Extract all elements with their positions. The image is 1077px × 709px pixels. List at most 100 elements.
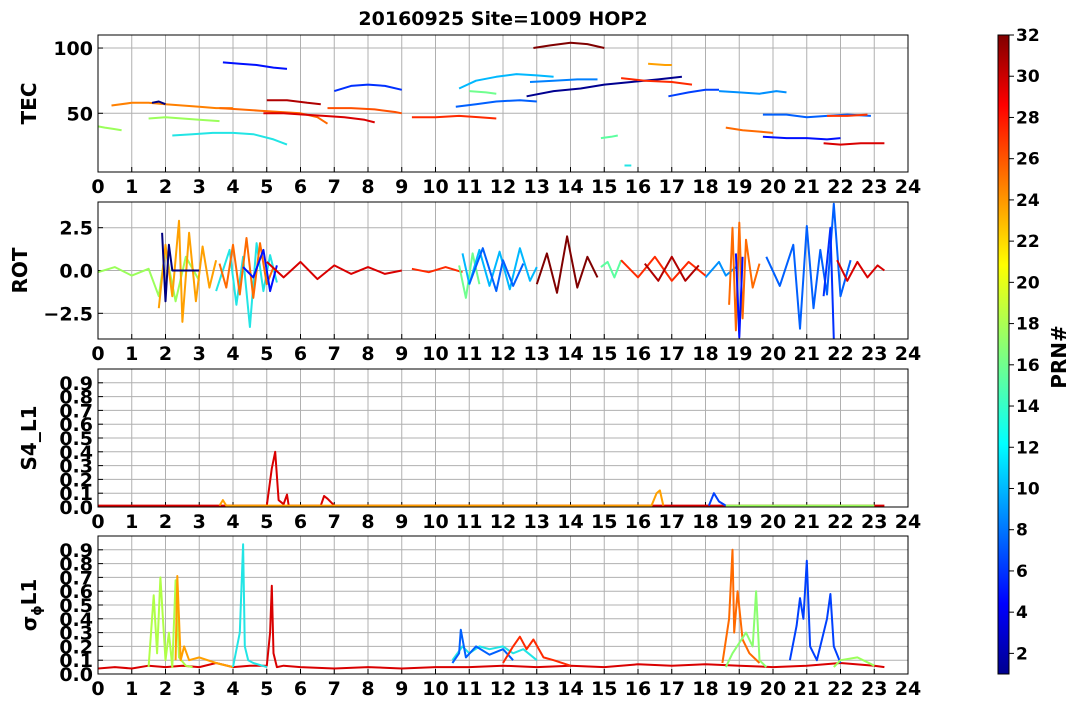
x-tick-label: 7	[328, 678, 341, 700]
x-tick-label: 4	[226, 511, 239, 533]
x-tick-label: 13	[524, 176, 550, 198]
colorbar-tick-label: 22	[1016, 232, 1040, 252]
colorbar-tick-label: 24	[1016, 191, 1040, 211]
series-group	[98, 543, 885, 670]
colorbar-tick-label: 12	[1016, 438, 1040, 458]
x-tick-label: 24	[895, 511, 921, 533]
x-tick-label: 2	[159, 511, 172, 533]
x-tick-label: 8	[361, 176, 374, 198]
x-tick-label: 15	[591, 511, 617, 533]
figure: 20160925 Site=1009 HOP2 0 1 2 3 4 5 6 7 8 9 10 11 12…	[8, 8, 1071, 700]
x-tick-label: 16	[625, 343, 651, 365]
x-tick-label: 6	[294, 343, 307, 365]
series-prn-17	[148, 116, 220, 123]
x-tick-label: 12	[490, 511, 516, 533]
panels: 0 1 2 3 4 5 6 7 8 9 10 11 12 13 14 15 16 17 18 19 20 21 22 23 24…	[8, 34, 921, 700]
x-tick-label: 17	[659, 343, 685, 365]
x-tick-label: 0	[91, 176, 104, 198]
colorbar-tick-label: 26	[1016, 150, 1040, 170]
series-prn-29	[620, 255, 707, 282]
x-tick-label: 3	[193, 511, 206, 533]
colorbar-tick-label: 18	[1016, 315, 1040, 335]
x-tick-label: 4	[226, 343, 239, 365]
x-tick-label: 19	[726, 511, 752, 533]
x-tick-label: 16	[625, 176, 651, 198]
y-tick-label: 0.0	[59, 261, 93, 283]
x-tick-label: 21	[794, 176, 820, 198]
x-tick-label: 3	[193, 678, 206, 700]
x-tick-label: 7	[328, 511, 341, 533]
x-tick-label: 4	[226, 176, 239, 198]
colorbar-gradient	[997, 34, 1010, 675]
x-tick-label: 6	[294, 176, 307, 198]
x-tick-label: 11	[456, 678, 482, 700]
x-tick-label: 24	[895, 176, 921, 198]
x-tick-label: 0	[91, 678, 104, 700]
x-tick-label: 14	[557, 343, 583, 365]
series-prn-30	[98, 584, 885, 670]
y-axis-label: σϕL1	[17, 579, 45, 632]
x-tick-label: 12	[490, 343, 516, 365]
x-tick-label: 5	[260, 176, 273, 198]
x-tick-label: 12	[490, 678, 516, 700]
x-tick-label: 20	[760, 678, 786, 700]
series-group	[98, 202, 886, 339]
x-tick-label: 19	[726, 678, 752, 700]
x-tick-label: 7	[328, 343, 341, 365]
x-tick-label: 23	[861, 678, 887, 700]
colorbar-tick-label: 6	[1016, 562, 1028, 582]
panel-0: 0 1 2 3 4 5 6 7 8 9 10 11 12 13 14 15 16 17 18 19 20 21 22 23 24…	[17, 34, 921, 198]
x-tick-label: 22	[827, 678, 853, 700]
x-tick-label: 22	[827, 176, 853, 198]
colorbar-label: PRN#	[1047, 325, 1071, 389]
x-tick-label: 0	[91, 343, 104, 365]
x-tick-label: 21	[794, 343, 820, 365]
series-prn-6	[762, 135, 841, 141]
colorbar-tick-label: 20	[1016, 273, 1040, 293]
series-prn-26	[728, 221, 761, 332]
x-tick-label: 0	[91, 511, 104, 533]
colorbar-tick-label: 28	[1016, 108, 1040, 128]
x-tick-label: 20	[760, 343, 786, 365]
x-tick-label: 10	[422, 176, 448, 198]
x-tick-label: 14	[557, 678, 583, 700]
x-tick-label: 17	[659, 511, 685, 533]
x-tick-label: 13	[524, 343, 550, 365]
series-prn-32	[533, 41, 605, 49]
series-prn-18	[724, 590, 768, 668]
x-tick-label: 23	[861, 511, 887, 533]
series-prn-13	[172, 131, 288, 146]
x-tick-label: 8	[361, 343, 374, 365]
y-tick-label: 50	[67, 103, 93, 125]
x-tick-label: 9	[395, 176, 408, 198]
series-prn-26	[725, 126, 774, 134]
series-prn-7	[668, 88, 719, 98]
x-tick-label: 13	[524, 678, 550, 700]
x-tick-label: 24	[895, 343, 921, 365]
y-tick-label: 0.9	[59, 540, 93, 562]
series-prn-25	[111, 101, 233, 110]
x-tick-label: 12	[490, 176, 516, 198]
x-tick-label: 20	[760, 511, 786, 533]
y-axis-label: ROT	[8, 247, 32, 293]
x-tick-label: 13	[524, 511, 550, 533]
colorbar-tick-label: 2	[1016, 644, 1028, 664]
x-tick-label: 1	[125, 678, 138, 700]
x-tick-label: 21	[794, 511, 820, 533]
x-tick-label: 10	[422, 511, 448, 533]
series-prn-8	[455, 99, 537, 108]
colorbar-ticks: 2468101214161820222426283032	[1009, 26, 1040, 664]
x-tick-label: 8	[361, 678, 374, 700]
series-prn-17	[98, 125, 122, 132]
series-prn-7	[707, 492, 727, 507]
x-tick-label: 22	[827, 343, 853, 365]
series-prn-32	[535, 235, 599, 294]
panel-2: 0 1 2 3 4 5 6 7 8 9 10 11 12 13 14 15 16 17 18 19 20 21 22 23 24…	[17, 368, 921, 533]
x-tick-label: 6	[294, 511, 307, 533]
x-tick-label: 18	[692, 343, 718, 365]
x-tick-label: 23	[861, 343, 887, 365]
colorbar-tick-label: 10	[1016, 479, 1040, 499]
x-tick-label: 10	[422, 343, 448, 365]
colorbar-tick-label: 32	[1016, 26, 1040, 46]
y-axis-label: TEC	[17, 83, 41, 125]
